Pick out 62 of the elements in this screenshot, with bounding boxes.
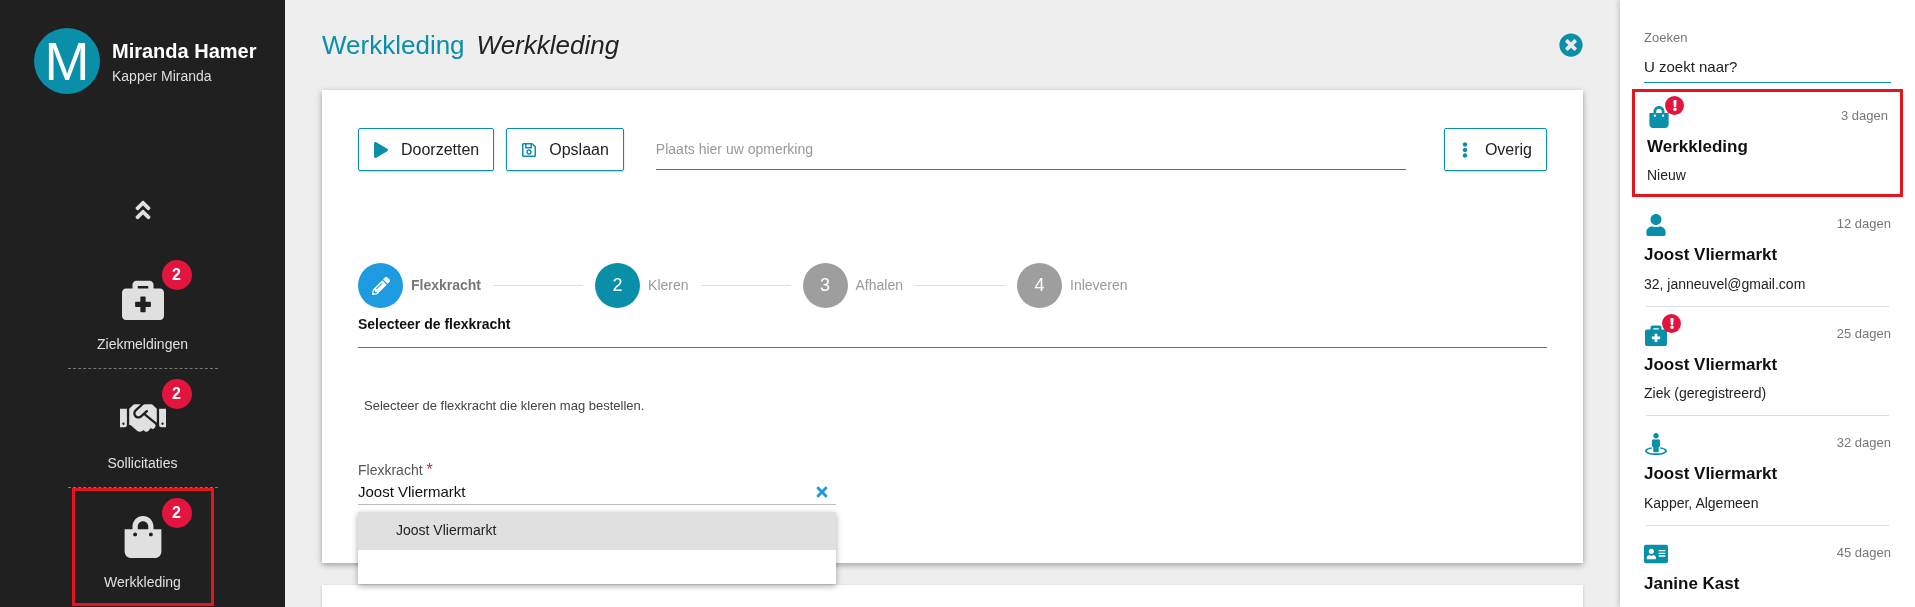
search-label: Zoeken [1644, 29, 1689, 47]
alert-icon [1665, 95, 1684, 115]
card-title: Janine Kast [1644, 572, 1741, 595]
step-label: Inleveren [1070, 276, 1128, 295]
remark-field[interactable]: Plaats hier uw opmerking [655, 129, 1406, 170]
card-subtitle: Kapper, Algemeen [1644, 493, 1760, 513]
section-title: Selecteer de flexkracht [358, 314, 1547, 348]
search-field[interactable]: U zoekt naar? [1644, 51, 1891, 83]
notification-badge: 2 [161, 260, 192, 290]
toolbar-button[interactable]: Opslaan [506, 128, 624, 171]
card-title: Joost Vliermarkt [1644, 244, 1779, 266]
clear-icon[interactable] [814, 484, 830, 500]
section-description: Selecteer de flexkracht die kleren mag bestellen. [364, 397, 646, 415]
activity-card[interactable]: 45 dagen Janine Kast [1641, 525, 1894, 607]
person-field[interactable]: Joost Vliermarkt [358, 480, 836, 505]
step-label: Afhalen [855, 276, 903, 295]
step: 4 [1017, 263, 1062, 308]
age-label: 12 dagen [1836, 215, 1891, 233]
activity-card[interactable]: 12 dagen Joost Vliermarkt 32, janneuvel@gmail.com [1641, 197, 1894, 306]
card-subtitle: Nieuw [1647, 166, 1687, 185]
person-location-icon [1644, 433, 1668, 455]
medical-kit-icon [119, 278, 166, 320]
required-marker: * [426, 462, 433, 478]
age-label: 25 dagen [1836, 324, 1891, 343]
card-title: Joost Vliermarkt [1644, 353, 1779, 376]
activity-card[interactable]: 25 dagen Joost Vliermarkt Ziek (geregistreerd) [1641, 306, 1894, 415]
card-subtitle: 32, janneuvel@gmail.com [1644, 274, 1807, 294]
play-icon [373, 141, 389, 158]
step-label: Flexkracht [411, 276, 482, 295]
notification-badge: 2 [161, 498, 192, 528]
age-label: 3 dagen [1841, 106, 1888, 125]
page-subtitle: Werkkleding [476, 28, 620, 62]
notification-badge: 2 [161, 379, 192, 409]
avatar: M [34, 28, 100, 94]
card-subtitle: Ziek (geregistreerd) [1644, 384, 1768, 403]
pencil-icon [371, 276, 390, 295]
toolbar-button[interactable]: Doorzetten [358, 128, 495, 171]
page-title: Werkkleding [322, 28, 465, 62]
nav-item[interactable]: 2 Ziekmeldingen [71, 250, 214, 368]
field-label: Flexkracht [358, 460, 423, 480]
nav-item[interactable]: 2 Sollicitaties [71, 369, 214, 487]
card-title: Werkkleding [1647, 135, 1749, 158]
activity-card[interactable]: 32 dagen Joost Vliermarkt Kapper, Algemeen [1641, 416, 1894, 525]
age-label: 32 dagen [1836, 434, 1891, 452]
id-card-icon [1644, 542, 1668, 565]
nav-item[interactable]: 2 Werkkleding [71, 488, 214, 606]
save-icon [521, 141, 538, 158]
card-title: Joost Vliermarkt [1644, 463, 1779, 485]
dropdown-option[interactable]: Joost Vliermarkt [358, 511, 836, 550]
shopping-bag-icon [1647, 105, 1671, 128]
activity-card[interactable]: 3 dagen Werkkleding Nieuw [1632, 88, 1903, 197]
close-icon[interactable] [1559, 33, 1583, 57]
user-subtitle: Kapper Miranda [112, 66, 213, 86]
alert-icon [1662, 313, 1681, 333]
step: 3 [802, 263, 848, 308]
step-label: Kleren [648, 276, 689, 295]
more-button[interactable]: Overig [1443, 128, 1547, 171]
user-name: Miranda Hamer [112, 38, 257, 64]
step: 2 [595, 263, 641, 308]
medical-kit-icon [1644, 323, 1668, 346]
person-icon [1644, 214, 1668, 236]
age-label: 45 dagen [1836, 543, 1891, 562]
